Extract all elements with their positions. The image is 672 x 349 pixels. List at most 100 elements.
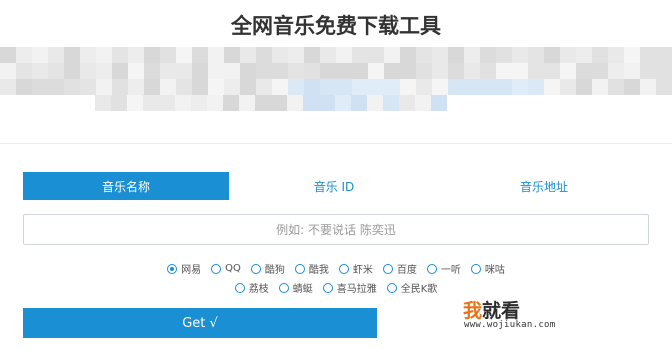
mosaic-block	[400, 63, 416, 79]
mosaic-block	[384, 79, 400, 95]
mosaic-block	[528, 47, 544, 63]
mosaic-block	[32, 47, 48, 63]
mosaic-block	[143, 95, 159, 111]
mosaic-block	[512, 47, 528, 63]
source-option[interactable]: 网易	[167, 261, 201, 276]
mosaic-block	[272, 63, 288, 79]
tab-music-id[interactable]: 音乐 ID	[229, 172, 439, 200]
radio-button[interactable]	[426, 263, 437, 274]
mosaic-block	[144, 47, 160, 63]
source-option[interactable]: 百度	[382, 261, 417, 276]
mosaic-block	[576, 79, 592, 95]
radio-button[interactable]	[322, 282, 333, 293]
get-button[interactable]: Get √	[23, 308, 377, 338]
mosaic-block	[128, 47, 144, 63]
mosaic-block	[16, 47, 32, 63]
mosaic-block	[528, 63, 544, 79]
source-option[interactable]: 虾米	[338, 261, 373, 276]
mosaic-block	[592, 63, 608, 79]
source-option[interactable]: 喜马拉雅	[322, 280, 377, 295]
source-option-label: 一听	[440, 265, 461, 276]
radio-button[interactable]	[386, 282, 397, 293]
mosaic-block	[207, 95, 223, 111]
radio-button[interactable]	[234, 282, 245, 293]
mosaic-block	[431, 95, 447, 111]
mosaic-block	[176, 47, 192, 63]
mosaic-block	[432, 79, 448, 95]
mosaic-block	[368, 63, 384, 79]
mosaic-block	[224, 79, 240, 95]
mosaic-block	[480, 47, 496, 63]
mosaic-block	[432, 47, 448, 63]
source-option-label: QQ	[225, 263, 241, 274]
source-option-label: 酷我	[308, 265, 329, 276]
mosaic-block	[560, 47, 576, 63]
mosaic-block	[192, 79, 208, 95]
mosaic-block	[416, 63, 432, 79]
divider	[0, 143, 672, 144]
mosaic-block	[96, 79, 112, 95]
mosaic-block	[192, 47, 208, 63]
mosaic-block	[528, 79, 544, 95]
mosaic-block	[0, 63, 16, 79]
mosaic-block	[448, 47, 464, 63]
source-options-row-2: 荔枝 蜻蜓 喜马拉雅 全民K歌	[0, 280, 672, 295]
radio-button[interactable]	[211, 263, 222, 274]
mosaic-block	[432, 63, 448, 79]
source-option-label: 酷狗	[264, 265, 285, 276]
source-option[interactable]: 一听	[426, 261, 461, 276]
mosaic-block	[656, 47, 672, 63]
mosaic-block	[656, 79, 672, 95]
radio-button[interactable]	[250, 263, 261, 274]
source-option[interactable]: QQ	[211, 261, 241, 276]
mosaic-block	[223, 95, 239, 111]
source-option-label: 咪咕	[484, 265, 505, 276]
mosaic-block	[416, 79, 432, 95]
radio-button[interactable]	[167, 263, 178, 274]
mosaic-block	[288, 47, 304, 63]
radio-button[interactable]	[294, 263, 305, 274]
mosaic-block	[175, 95, 191, 111]
radio-button[interactable]	[278, 282, 289, 293]
mosaic-block	[16, 79, 32, 95]
mosaic-block	[240, 79, 256, 95]
mosaic-block	[400, 47, 416, 63]
mosaic-block	[32, 63, 48, 79]
source-option-label: 喜马拉雅	[336, 284, 377, 295]
mosaic-block	[144, 79, 160, 95]
source-option[interactable]: 咪咕	[470, 261, 505, 276]
mosaic-block	[64, 47, 80, 63]
mosaic-block	[95, 95, 111, 111]
mosaic-block	[320, 79, 336, 95]
mosaic-block	[256, 63, 272, 79]
mosaic-block	[272, 79, 288, 95]
mosaic-block	[112, 47, 128, 63]
tab-music-url[interactable]: 音乐地址	[439, 172, 649, 200]
mosaic-block	[80, 79, 96, 95]
watermark-url: www.wojiukan.com	[464, 320, 556, 330]
mosaic-block	[48, 47, 64, 63]
source-option-label: 百度	[396, 265, 417, 276]
search-input[interactable]	[23, 214, 649, 245]
source-option[interactable]: 蜻蜓	[278, 280, 313, 295]
radio-button[interactable]	[470, 263, 481, 274]
mosaic-block	[399, 95, 415, 111]
mosaic-block	[96, 47, 112, 63]
mosaic-block	[127, 95, 143, 111]
watermark-logo: 我就看 www.wojiukan.com	[463, 296, 573, 336]
mosaic-block	[560, 79, 576, 95]
source-option-label: 全民K歌	[400, 284, 438, 295]
source-option[interactable]: 酷狗	[250, 261, 285, 276]
radio-button[interactable]	[338, 263, 349, 274]
radio-button[interactable]	[382, 263, 393, 274]
mosaic-block	[512, 63, 528, 79]
source-option[interactable]: 酷我	[294, 261, 329, 276]
mosaic-block	[16, 63, 32, 79]
mosaic-block	[192, 63, 208, 79]
search-mode-tabs: 音乐名称 音乐 ID 音乐地址	[23, 172, 649, 200]
source-option[interactable]: 全民K歌	[386, 280, 438, 295]
mosaic-block	[208, 47, 224, 63]
source-option[interactable]: 荔枝	[234, 280, 269, 295]
mosaic-block	[304, 63, 320, 79]
tab-music-name[interactable]: 音乐名称	[23, 172, 229, 200]
